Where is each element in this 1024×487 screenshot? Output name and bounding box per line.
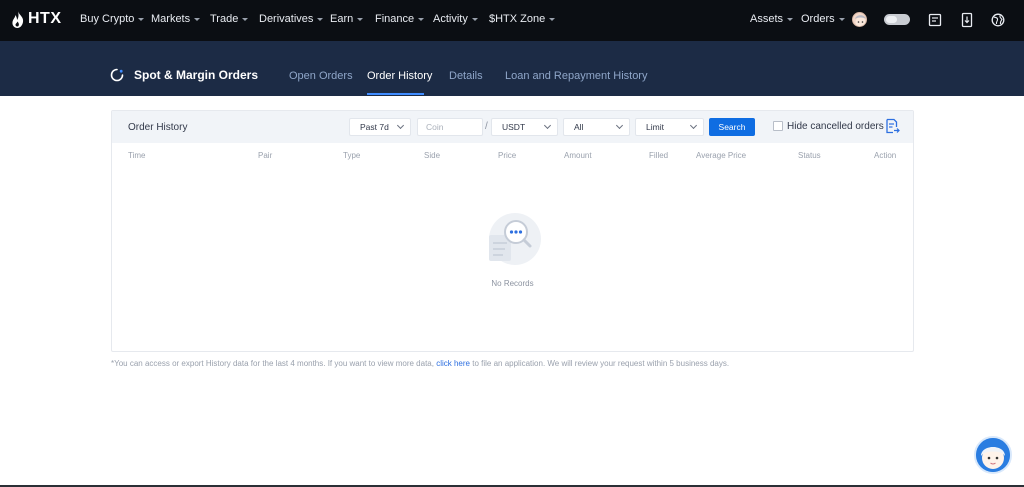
nav-markets[interactable]: Markets	[151, 13, 201, 25]
column-header-amount: Amount	[564, 151, 592, 160]
chevron-down-icon	[418, 18, 425, 21]
nav-label: Assets	[750, 13, 784, 25]
chevron-down-icon	[471, 18, 478, 21]
nav-label: Derivatives	[259, 13, 314, 25]
search-button[interactable]: Search	[709, 118, 755, 136]
hide-cancelled-checkbox[interactable]	[773, 121, 783, 131]
chevron-down-icon	[689, 121, 698, 130]
nav-label: Buy Crypto	[80, 13, 135, 25]
nav-assets[interactable]: Assets	[750, 13, 794, 25]
chevron-down-icon	[317, 18, 324, 21]
nav-label: Finance	[375, 13, 415, 25]
click-here-link[interactable]: click here	[436, 359, 470, 368]
tab-order-history[interactable]: Order History	[367, 70, 432, 82]
chevron-down-icon	[838, 18, 845, 21]
side-value: All	[574, 122, 584, 132]
order-history-panel: Order History Past 7d Coin / USDT All Li…	[111, 110, 914, 352]
history-footnote: *You can access or export History data f…	[111, 359, 729, 368]
column-header-pair: Pair	[258, 151, 273, 160]
chevron-down-icon	[242, 18, 249, 21]
nav-label: Earn	[330, 13, 354, 25]
nav-label: Markets	[151, 13, 191, 25]
flame-icon	[12, 10, 24, 28]
no-records-illustration	[489, 213, 541, 265]
coin-placeholder: Coin	[426, 122, 444, 132]
order-type-select[interactable]: Limit	[635, 118, 704, 136]
coin-input[interactable]: Coin	[417, 118, 483, 136]
empty-state-text: No Records	[491, 279, 534, 288]
nav-activity[interactable]: Activity	[433, 13, 478, 25]
nav-htx-zone[interactable]: $HTX Zone	[489, 13, 556, 25]
nav-buy-crypto[interactable]: Buy Crypto	[80, 13, 145, 25]
toggle-icon[interactable]	[884, 14, 910, 25]
nav-derivatives[interactable]: Derivatives	[259, 13, 324, 25]
period-value: Past 7d	[360, 122, 389, 132]
download-icon[interactable]	[959, 12, 975, 28]
chevron-down-icon	[549, 18, 556, 21]
nav-label: Activity	[433, 13, 468, 25]
chevron-down-icon	[615, 121, 624, 130]
column-header-type: Type	[343, 151, 361, 160]
column-header-filled: Filled	[649, 151, 669, 160]
avatar-icon[interactable]	[852, 12, 867, 27]
tab-details[interactable]: Details	[449, 70, 483, 82]
order-type-value: Limit	[646, 122, 664, 132]
page-title: Spot & Margin Orders	[110, 68, 258, 82]
footnote-text-before: *You can access or export History data f…	[111, 359, 437, 368]
hide-cancelled-label[interactable]: Hide cancelled orders	[787, 121, 884, 132]
period-select[interactable]: Past 7d	[349, 118, 411, 136]
top-navigation: HTX Buy Crypto Markets Trade Derivatives…	[0, 0, 1024, 41]
nav-label: Trade	[210, 13, 239, 25]
chevron-down-icon	[787, 18, 794, 21]
chevron-down-icon	[138, 18, 145, 21]
pair-separator: /	[485, 121, 488, 132]
logo-text: HTX	[28, 10, 62, 27]
nav-earn[interactable]: Earn	[330, 13, 364, 25]
page-title-text: Spot & Margin Orders	[134, 68, 259, 82]
active-tab-indicator	[367, 93, 424, 95]
orders-subheader: Spot & Margin Orders Open Orders Order H…	[0, 41, 1024, 96]
htx-logo[interactable]: HTX	[11, 10, 62, 28]
column-header-price: Price	[498, 151, 517, 160]
chevron-down-icon	[357, 18, 364, 21]
orders-icon	[110, 68, 124, 82]
customer-support-icon[interactable]	[974, 436, 1012, 474]
export-icon[interactable]	[884, 118, 900, 134]
column-header-side: Side	[424, 151, 441, 160]
chevron-down-icon	[194, 18, 201, 21]
footnote-text-after: to file an application. We will review y…	[470, 359, 730, 368]
chevron-down-icon	[396, 121, 405, 130]
tab-loan-repayment-history[interactable]: Loan and Repayment History	[505, 70, 647, 82]
column-header-action: Action	[874, 151, 897, 160]
side-select[interactable]: All	[563, 118, 630, 136]
quote-select[interactable]: USDT	[491, 118, 558, 136]
column-header-status: Status	[798, 151, 821, 160]
panel-title: Order History	[128, 122, 188, 133]
nav-label: $HTX Zone	[489, 13, 546, 25]
tab-open-orders[interactable]: Open Orders	[289, 70, 353, 82]
column-header-time: Time	[128, 151, 146, 160]
filter-bar: Order History Past 7d Coin / USDT All Li…	[112, 111, 913, 143]
globe-icon[interactable]	[990, 12, 1006, 28]
nav-trade[interactable]: Trade	[210, 13, 249, 25]
chevron-down-icon	[543, 121, 552, 130]
column-header-average-price: Average Price	[696, 151, 747, 160]
notes-icon[interactable]	[927, 12, 943, 28]
nav-finance[interactable]: Finance	[375, 13, 425, 25]
nav-orders[interactable]: Orders	[801, 13, 845, 25]
quote-value: USDT	[502, 122, 526, 132]
nav-label: Orders	[801, 13, 835, 25]
